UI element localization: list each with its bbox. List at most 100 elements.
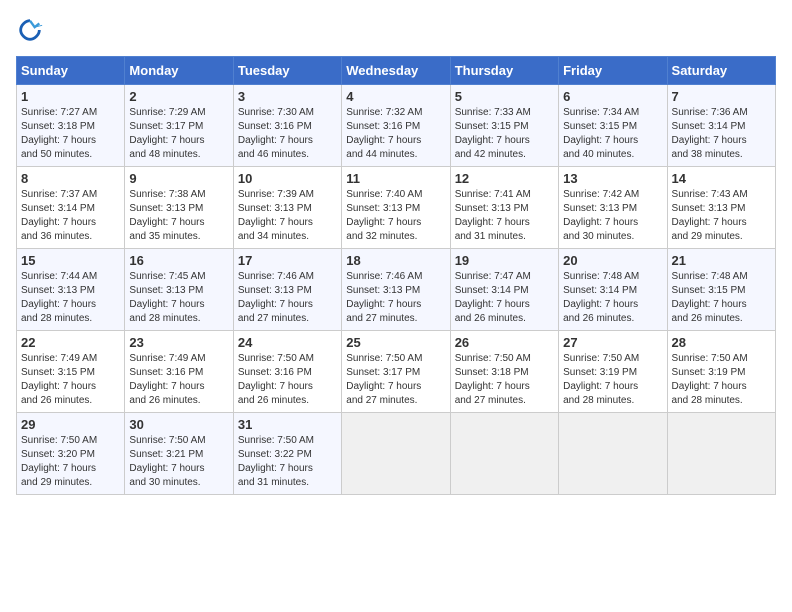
day-info: Sunrise: 7:37 AMSunset: 3:14 PMDaylight:… [21, 188, 120, 244]
day-number: 22 [21, 335, 120, 350]
day-cell: 7 Sunrise: 7:36 AMSunset: 3:14 PMDaylight… [667, 85, 775, 167]
day-cell: 5 Sunrise: 7:33 AMSunset: 3:15 PMDaylight… [450, 85, 558, 167]
day-info: Sunrise: 7:50 AMSunset: 3:17 PMDaylight:… [346, 352, 445, 408]
day-number: 14 [672, 171, 771, 186]
day-cell: 16 Sunrise: 7:45 AMSunset: 3:13 PMDayligh… [125, 249, 233, 331]
day-cell: 10 Sunrise: 7:39 AMSunset: 3:13 PMDayligh… [233, 167, 341, 249]
week-row-2: 8 Sunrise: 7:37 AMSunset: 3:14 PMDaylight… [17, 167, 776, 249]
day-number: 19 [455, 253, 554, 268]
day-number: 26 [455, 335, 554, 350]
calendar-table: SundayMondayTuesdayWednesdayThursdayFrid… [16, 56, 776, 495]
header-thursday: Thursday [450, 57, 558, 85]
day-info: Sunrise: 7:41 AMSunset: 3:13 PMDaylight:… [455, 188, 554, 244]
day-number: 21 [672, 253, 771, 268]
day-cell: 12 Sunrise: 7:41 AMSunset: 3:13 PMDayligh… [450, 167, 558, 249]
day-info: Sunrise: 7:27 AMSunset: 3:18 PMDaylight:… [21, 106, 120, 162]
day-number: 9 [129, 171, 228, 186]
day-number: 23 [129, 335, 228, 350]
day-number: 4 [346, 89, 445, 104]
day-info: Sunrise: 7:30 AMSunset: 3:16 PMDaylight:… [238, 106, 337, 162]
day-info: Sunrise: 7:49 AMSunset: 3:15 PMDaylight:… [21, 352, 120, 408]
day-cell: 2Sunrise: 7:29 AMSunset: 3:17 PMDaylight… [125, 85, 233, 167]
day-number: 5 [455, 89, 554, 104]
day-number: 11 [346, 171, 445, 186]
day-info: Sunrise: 7:43 AMSunset: 3:13 PMDaylight:… [672, 188, 771, 244]
day-cell: 6 Sunrise: 7:34 AMSunset: 3:15 PMDaylight… [559, 85, 667, 167]
day-cell: 31 Sunrise: 7:50 AMSunset: 3:22 PMDayligh… [233, 413, 341, 495]
day-info: Sunrise: 7:46 AMSunset: 3:13 PMDaylight:… [238, 270, 337, 326]
day-number: 31 [238, 417, 337, 432]
day-number: 7 [672, 89, 771, 104]
day-number: 8 [21, 171, 120, 186]
day-info: Sunrise: 7:36 AMSunset: 3:14 PMDaylight:… [672, 106, 771, 162]
day-info: Sunrise: 7:50 AMSunset: 3:16 PMDaylight:… [238, 352, 337, 408]
day-cell: 20 Sunrise: 7:48 AMSunset: 3:14 PMDayligh… [559, 249, 667, 331]
day-cell: 24 Sunrise: 7:50 AMSunset: 3:16 PMDayligh… [233, 331, 341, 413]
day-number: 27 [563, 335, 662, 350]
day-info: Sunrise: 7:39 AMSunset: 3:13 PMDaylight:… [238, 188, 337, 244]
day-cell: 13Sunrise: 7:42 AMSunset: 3:13 PMDayligh… [559, 167, 667, 249]
day-info: Sunrise: 7:40 AMSunset: 3:13 PMDaylight:… [346, 188, 445, 244]
day-cell: 19 Sunrise: 7:47 AMSunset: 3:14 PMDayligh… [450, 249, 558, 331]
day-info: Sunrise: 7:38 AMSunset: 3:13 PMDaylight:… [129, 188, 228, 244]
day-info: Sunrise: 7:29 AMSunset: 3:17 PMDaylight:… [129, 106, 228, 162]
day-cell: 11 Sunrise: 7:40 AMSunset: 3:13 PMDayligh… [342, 167, 450, 249]
day-info: Sunrise: 7:46 AMSunset: 3:13 PMDaylight:… [346, 270, 445, 326]
day-number: 25 [346, 335, 445, 350]
header-saturday: Saturday [667, 57, 775, 85]
day-number: 6 [563, 89, 662, 104]
day-cell [667, 413, 775, 495]
day-info: Sunrise: 7:50 AMSunset: 3:19 PMDaylight:… [563, 352, 662, 408]
logo-icon [16, 16, 44, 44]
day-number: 1 [21, 89, 120, 104]
day-cell: 1 Sunrise: 7:27 AMSunset: 3:18 PMDaylight… [17, 85, 125, 167]
day-info: Sunrise: 7:48 AMSunset: 3:14 PMDaylight:… [563, 270, 662, 326]
week-row-5: 29 Sunrise: 7:50 AMSunset: 3:20 PMDayligh… [17, 413, 776, 495]
day-cell: 8 Sunrise: 7:37 AMSunset: 3:14 PMDaylight… [17, 167, 125, 249]
day-number: 20 [563, 253, 662, 268]
day-cell: 18 Sunrise: 7:46 AMSunset: 3:13 PMDayligh… [342, 249, 450, 331]
day-info: Sunrise: 7:50 AMSunset: 3:22 PMDaylight:… [238, 434, 337, 490]
day-number: 28 [672, 335, 771, 350]
day-number: 12 [455, 171, 554, 186]
header-friday: Friday [559, 57, 667, 85]
day-info: Sunrise: 7:50 AMSunset: 3:19 PMDaylight:… [672, 352, 771, 408]
week-row-4: 22 Sunrise: 7:49 AMSunset: 3:15 PMDayligh… [17, 331, 776, 413]
day-number: 30 [129, 417, 228, 432]
day-cell: 23 Sunrise: 7:49 AMSunset: 3:16 PMDayligh… [125, 331, 233, 413]
day-info: Sunrise: 7:48 AMSunset: 3:15 PMDaylight:… [672, 270, 771, 326]
day-number: 13 [563, 171, 662, 186]
day-cell: 29 Sunrise: 7:50 AMSunset: 3:20 PMDayligh… [17, 413, 125, 495]
day-number: 17 [238, 253, 337, 268]
logo [16, 16, 48, 44]
day-cell: 15Sunrise: 7:44 AMSunset: 3:13 PMDayligh… [17, 249, 125, 331]
header-wednesday: Wednesday [342, 57, 450, 85]
day-cell [342, 413, 450, 495]
day-info: Sunrise: 7:33 AMSunset: 3:15 PMDaylight:… [455, 106, 554, 162]
day-info: Sunrise: 7:50 AMSunset: 3:20 PMDaylight:… [21, 434, 120, 490]
day-info: Sunrise: 7:32 AMSunset: 3:16 PMDaylight:… [346, 106, 445, 162]
day-cell: 21 Sunrise: 7:48 AMSunset: 3:15 PMDayligh… [667, 249, 775, 331]
day-cell: 25 Sunrise: 7:50 AMSunset: 3:17 PMDayligh… [342, 331, 450, 413]
day-cell: 14 Sunrise: 7:43 AMSunset: 3:13 PMDayligh… [667, 167, 775, 249]
day-cell: 9 Sunrise: 7:38 AMSunset: 3:13 PMDaylight… [125, 167, 233, 249]
day-number: 16 [129, 253, 228, 268]
day-cell: 22 Sunrise: 7:49 AMSunset: 3:15 PMDayligh… [17, 331, 125, 413]
day-number: 10 [238, 171, 337, 186]
day-number: 29 [21, 417, 120, 432]
day-info: Sunrise: 7:34 AMSunset: 3:15 PMDaylight:… [563, 106, 662, 162]
header-row: SundayMondayTuesdayWednesdayThursdayFrid… [17, 57, 776, 85]
page-header [16, 16, 776, 44]
day-info: Sunrise: 7:45 AMSunset: 3:13 PMDaylight:… [129, 270, 228, 326]
day-number: 18 [346, 253, 445, 268]
day-info: Sunrise: 7:49 AMSunset: 3:16 PMDaylight:… [129, 352, 228, 408]
day-cell: 30Sunrise: 7:50 AMSunset: 3:21 PMDayligh… [125, 413, 233, 495]
day-cell: 4 Sunrise: 7:32 AMSunset: 3:16 PMDaylight… [342, 85, 450, 167]
day-number: 24 [238, 335, 337, 350]
day-info: Sunrise: 7:50 AMSunset: 3:18 PMDaylight:… [455, 352, 554, 408]
day-cell: 17 Sunrise: 7:46 AMSunset: 3:13 PMDayligh… [233, 249, 341, 331]
header-sunday: Sunday [17, 57, 125, 85]
day-cell [559, 413, 667, 495]
week-row-1: 1 Sunrise: 7:27 AMSunset: 3:18 PMDaylight… [17, 85, 776, 167]
day-info: Sunrise: 7:47 AMSunset: 3:14 PMDaylight:… [455, 270, 554, 326]
